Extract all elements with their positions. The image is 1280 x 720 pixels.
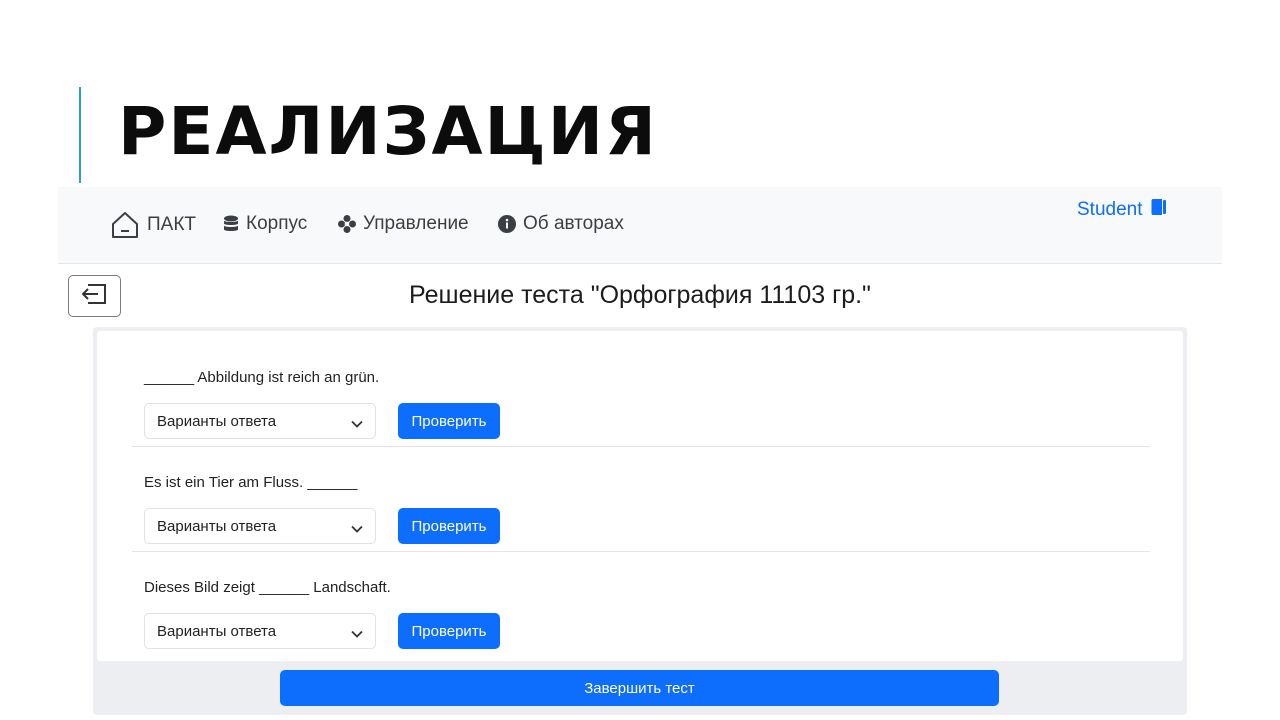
check-button[interactable]: Проверить [398, 613, 500, 649]
nav-item-label: Корпус [246, 213, 308, 234]
answer-select-value: Варианты ответа [157, 518, 277, 535]
home-icon [110, 210, 140, 240]
answer-select[interactable]: Варианты ответа [144, 613, 376, 649]
app-window: ПАКТ Корпус Управление Об авторах Studen… [58, 187, 1222, 720]
nav-item-label: Управление [363, 213, 469, 234]
gear-icon [338, 215, 356, 233]
chevron-down-icon [351, 521, 363, 538]
database-icon [223, 215, 239, 233]
user-label: Student [1077, 199, 1143, 220]
nav-item-label: Об авторах [523, 213, 624, 234]
question-item: Es ist ein Tier am Fluss. ______ Вариант… [132, 447, 1150, 552]
answer-select[interactable]: Варианты ответа [144, 508, 376, 544]
chevron-down-icon [351, 626, 363, 643]
navbar: ПАКТ Корпус Управление Об авторах Studen… [58, 187, 1222, 264]
user-menu[interactable]: Student [1077, 198, 1167, 222]
answer-select[interactable]: Варианты ответа [144, 403, 376, 439]
chevron-down-icon [351, 416, 363, 433]
check-button[interactable]: Проверить [398, 508, 500, 544]
answer-select-value: Варианты ответа [157, 413, 277, 430]
answer-select-value: Варианты ответа [157, 623, 277, 640]
user-book-icon [1151, 198, 1167, 222]
question-text: Es ist ein Tier am Fluss. ______ [144, 474, 358, 491]
question-text: ______ Abbildung ist reich an grün. [144, 369, 380, 386]
nav-item-manage[interactable]: Управление [338, 213, 469, 235]
check-button[interactable]: Проверить [398, 403, 500, 439]
question-text: Dieses Bild zeigt ______ Landschaft. [144, 579, 391, 596]
finish-test-button[interactable]: Завершить тест [280, 670, 999, 706]
nav-brand[interactable]: ПАКТ [110, 210, 196, 240]
test-panel: ______ Abbildung ist reich an grün. Вари… [93, 327, 1187, 715]
nav-item-authors[interactable]: Об авторах [498, 213, 624, 235]
questions-card: ______ Abbildung ist reich an grün. Вари… [97, 331, 1183, 661]
question-item: ______ Abbildung ist reich an grün. Вари… [132, 342, 1150, 447]
slide-accent-bar [79, 87, 81, 183]
nav-brand-label: ПАКТ [147, 214, 197, 235]
page-title: Решение теста "Орфография 11103 гр." [409, 281, 871, 309]
slide-title: РЕАЛИЗАЦИЯ [118, 93, 658, 170]
question-item: Dieses Bild zeigt ______ Landschaft. Вар… [132, 552, 1150, 657]
info-icon [498, 215, 516, 233]
nav-item-corpus[interactable]: Корпус [223, 213, 307, 235]
